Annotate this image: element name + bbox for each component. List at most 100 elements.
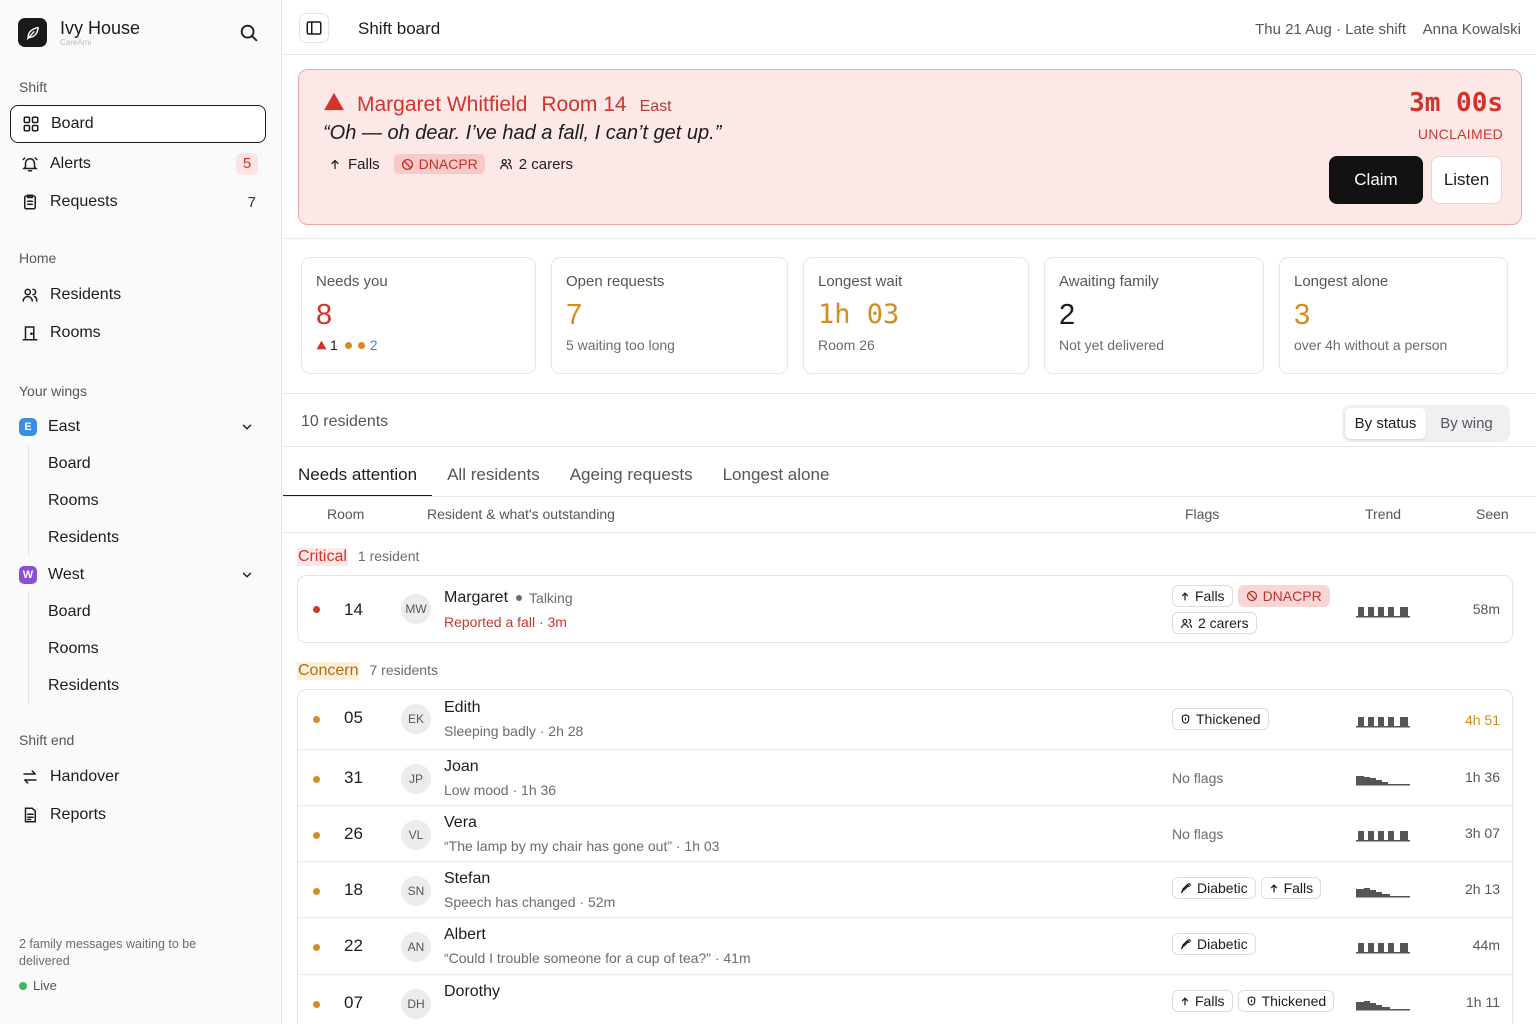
search-icon[interactable] — [238, 22, 260, 44]
critical-count: 1 — [330, 337, 338, 353]
wing-east[interactable]: E East — [10, 408, 266, 446]
table-row[interactable]: 14 MW Margaret Talking Reported a fall ·… — [298, 576, 1512, 642]
divider — [283, 393, 1536, 394]
table-row[interactable]: 05 EK Edith Sleeping badly · 2h 28 Thick… — [298, 690, 1512, 749]
group-critical: Critical 1 resident — [297, 548, 419, 566]
sidebar-toggle-icon[interactable] — [299, 13, 329, 43]
chevron-down-icon[interactable] — [240, 568, 254, 582]
room-number: 31 — [344, 768, 363, 787]
table-row[interactable]: 31 JP Joan Low mood · 1h 36 No flags 1h … — [298, 749, 1512, 805]
table-row[interactable]: 22 AN Albert “Could I trouble someone fo… — [298, 917, 1512, 974]
west-rooms-link[interactable]: Rooms — [29, 630, 119, 667]
sidebar-item-requests[interactable]: Requests 7 — [10, 183, 266, 221]
column-room[interactable]: Room — [327, 506, 364, 522]
tab-longest-alone[interactable]: Longest alone — [708, 455, 845, 497]
stat-awaiting-family[interactable]: Awaiting family 2 Not yet delivered — [1044, 257, 1264, 374]
room-number: 26 — [344, 824, 363, 843]
column-resident[interactable]: Resident & what's outstanding — [427, 506, 615, 522]
by-wing-button[interactable]: By wing — [1426, 408, 1507, 439]
brand-name: Ivy House — [60, 18, 141, 38]
stat-open-requests[interactable]: Open requests 7 5 waiting too long — [551, 257, 788, 374]
chevron-down-icon[interactable] — [240, 420, 254, 434]
east-residents-link[interactable]: Residents — [29, 519, 119, 556]
current-user[interactable]: Anna Kowalski — [1423, 21, 1521, 38]
divider — [283, 446, 1536, 447]
east-board-link[interactable]: Board — [29, 445, 119, 482]
sidebar-item-handover[interactable]: Handover — [10, 758, 266, 796]
stat-needs-you[interactable]: Needs you 8 1 2 — [301, 257, 536, 374]
by-status-button[interactable]: By status — [1345, 408, 1426, 439]
sidebar-item-residents[interactable]: Residents — [10, 276, 266, 314]
flags-cell: Falls Thickened — [1172, 990, 1372, 1012]
flag-label: Diabetic — [1197, 936, 1248, 952]
west-board-link[interactable]: Board — [29, 593, 119, 630]
divider — [283, 532, 1536, 533]
seen-time: 2h 13 — [1464, 881, 1500, 897]
avatar: JP — [401, 764, 431, 794]
claim-button[interactable]: Claim — [1329, 156, 1423, 204]
warning-triangle-icon — [316, 340, 327, 350]
no-flags: No flags — [1172, 770, 1224, 786]
concern-dot-icon — [313, 776, 320, 783]
tab-all-residents[interactable]: All residents — [432, 455, 555, 497]
shift-date: Thu 21 Aug · Late shift — [1255, 21, 1406, 38]
stat-sub: Room 26 — [818, 337, 875, 353]
live-dot-icon — [19, 981, 27, 990]
avatar: DH — [401, 989, 431, 1019]
brand[interactable]: Ivy House CareAmi — [18, 18, 140, 47]
stat-longest-wait[interactable]: Longest wait 1h 03 Room 26 — [803, 257, 1029, 374]
page-title: Shift board — [358, 19, 441, 38]
flag-label: Falls — [1283, 880, 1314, 896]
concern-list: 05 EK Edith Sleeping badly · 2h 28 Thick… — [297, 689, 1513, 1024]
sidebar-item-reports[interactable]: Reports — [10, 796, 266, 834]
tab-needs-attention[interactable]: Needs attention — [283, 455, 433, 497]
alert-resident-name[interactable]: Margaret Whitfield — [357, 93, 527, 117]
grid-icon — [21, 114, 41, 134]
table-row[interactable]: 07 DH Dorothy Falls Thickened 1h 11 — [298, 974, 1512, 1024]
tab-ageing-requests[interactable]: Ageing requests — [555, 455, 708, 497]
group-count: 1 resident — [357, 548, 420, 564]
flag-thickened: Thickened — [1172, 708, 1269, 730]
shield-icon — [1246, 995, 1257, 1007]
flag-label: Falls — [1195, 588, 1225, 604]
seen-time: 3h 07 — [1464, 825, 1500, 841]
west-residents-link[interactable]: Residents — [29, 667, 119, 704]
listen-button[interactable]: Listen — [1431, 156, 1502, 204]
room-number: 05 — [344, 708, 363, 727]
falls-flag: Falls — [329, 156, 380, 173]
section-title-shift-end: Shift end — [19, 732, 75, 748]
sidebar-item-label: Requests — [50, 193, 118, 210]
sidebar-item-board[interactable]: Board — [10, 105, 266, 143]
warning-triangle-icon — [323, 92, 345, 116]
resident-outstanding: Speech has changed · 52m — [444, 894, 616, 910]
arrow-up-icon — [1180, 591, 1190, 602]
wing-east-badge: E — [19, 418, 37, 436]
table-row[interactable]: 18 SN Stefan Speech has changed · 52m Di… — [298, 861, 1512, 917]
trend-sparkline — [1356, 776, 1410, 786]
east-rooms-link[interactable]: Rooms — [29, 482, 119, 519]
wing-west[interactable]: W West — [10, 556, 266, 594]
concern-dot-icon — [357, 341, 365, 349]
alerts-count-badge: 5 — [236, 153, 258, 175]
flag-falls: Falls — [1172, 990, 1233, 1012]
stat-longest-alone[interactable]: Longest alone 3 over 4h without a person — [1279, 257, 1508, 374]
trend-sparkline — [1356, 1001, 1410, 1011]
group-count: 7 residents — [369, 662, 438, 678]
stat-sub: 5 waiting too long — [566, 337, 675, 353]
section-title-shift: Shift — [19, 79, 48, 95]
door-icon — [20, 323, 40, 343]
avatar: VL — [401, 820, 431, 850]
stat-value: 3 — [1294, 299, 1311, 331]
dnacpr-flag: DNACPR — [393, 154, 485, 174]
column-seen[interactable]: Seen — [1476, 506, 1509, 522]
shield-icon — [1180, 713, 1191, 725]
resident-name: Margaret Talking — [444, 589, 573, 607]
column-trend[interactable]: Trend — [1365, 506, 1401, 522]
seen-time: 44m — [1472, 937, 1500, 953]
sidebar-item-rooms[interactable]: Rooms — [10, 314, 266, 352]
table-row[interactable]: 26 VL Vera “The lamp by my chair has gon… — [298, 805, 1512, 861]
room-number: 07 — [344, 993, 363, 1012]
column-flags[interactable]: Flags — [1185, 506, 1219, 522]
sidebar-item-alerts[interactable]: Alerts 5 — [10, 145, 266, 183]
trend-sparkline — [1356, 943, 1410, 954]
